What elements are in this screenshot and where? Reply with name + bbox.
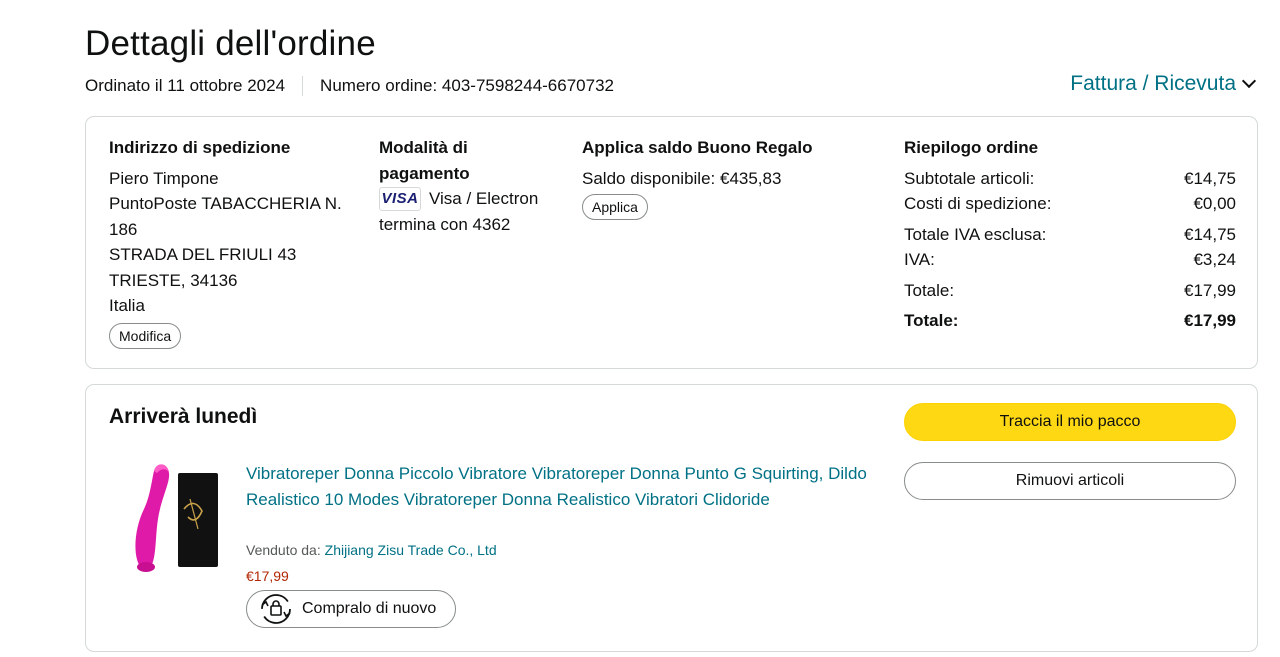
order-number: Numero ordine: 403-7598244-6670732 <box>320 76 614 95</box>
apply-gift-card-button[interactable]: Applica <box>582 194 648 220</box>
buy-again-label[interactable]: Compralo di nuovo <box>302 600 436 618</box>
address-line: 186 <box>109 219 138 239</box>
product-title-link[interactable]: Vibratoreper Donna Piccolo Vibratore Vib… <box>246 461 876 512</box>
address-line: TRIESTE, 34136 <box>109 270 238 290</box>
order-meta: Ordinato il 11 ottobre 2024 Numero ordin… <box>85 76 614 96</box>
invoice-link-label[interactable]: Fattura / Ricevuta <box>1070 72 1236 96</box>
chevron-down-icon[interactable] <box>1241 73 1257 89</box>
order-info-card: Indirizzo di spedizione Piero Timpone Pu… <box>85 116 1258 369</box>
remove-items-button[interactable]: Rimuovi articoli <box>904 462 1236 500</box>
card-type: Visa / Electron <box>429 189 539 208</box>
summary-value: €17,99 <box>1184 280 1236 300</box>
visa-logo-icon: VISA <box>379 186 421 211</box>
seller-link[interactable]: Zhijiang Zisu Trade Co., Ltd <box>325 542 497 558</box>
summary-row: Costi di spedizione: €0,00 <box>904 191 1236 217</box>
delivery-heading: Arriverà lunedì <box>109 405 258 428</box>
product-photo-icon <box>135 464 218 572</box>
summary-value: €14,75 <box>1184 168 1236 188</box>
invoice-dropdown[interactable]: Fattura / Ricevuta <box>1070 72 1257 96</box>
buy-again-button[interactable]: Compralo di nuovo <box>246 590 456 628</box>
product-price: €17,99 <box>246 568 289 584</box>
shipping-address: Piero Timpone PuntoPoste TABACCHERIA N. … <box>109 166 359 319</box>
summary-label: IVA: <box>904 250 935 269</box>
summary-grand-total-row: Totale: €17,99 <box>904 308 1236 334</box>
gift-card-section: Applica saldo Buono Regalo Saldo disponi… <box>582 135 852 220</box>
gift-card-heading: Applica saldo Buono Regalo <box>582 138 813 157</box>
summary-label: Totale: <box>904 280 955 300</box>
summary-value: €14,75 <box>1184 224 1236 244</box>
summary-value: €3,24 <box>1193 250 1236 269</box>
summary-label: Costi di spedizione: <box>904 194 1052 213</box>
divider <box>302 76 304 96</box>
edit-address-button[interactable]: Modifica <box>109 322 182 349</box>
payment-heading-line: Modalità di <box>379 138 468 157</box>
card-ending: termina con 4362 <box>379 214 511 234</box>
summary-label: Totale: <box>904 311 959 330</box>
summary-heading: Riepilogo ordine <box>904 138 1039 157</box>
address-line: Piero Timpone <box>109 168 219 188</box>
summary-label: Subtotale articoli: <box>904 168 1035 188</box>
order-date: Ordinato il 11 ottobre 2024 <box>85 76 286 95</box>
summary-value: €0,00 <box>1193 194 1236 213</box>
order-summary-section: Riepilogo ordine Subtotale articoli: €14… <box>904 135 1236 334</box>
buy-again-icon <box>261 594 291 624</box>
delivery-card: Arriverà lunedì Traccia il mio pacco Rim… <box>85 384 1258 652</box>
summary-value: €17,99 <box>1184 311 1236 330</box>
payment-heading: Modalità di pagamento <box>379 135 569 186</box>
track-package-button[interactable]: Traccia il mio pacco <box>904 403 1236 441</box>
shipping-heading: Indirizzo di spedizione <box>109 138 291 157</box>
payment-heading-line: pagamento <box>379 163 470 183</box>
summary-row: IVA: €3,24 <box>904 247 1236 273</box>
sold-by-label: Venduto da: <box>246 542 325 558</box>
page-title: Dettagli dell'ordine <box>85 24 376 63</box>
payment-section: Modalità di pagamento VISA Visa / Electr… <box>379 135 569 237</box>
address-line: Italia <box>109 296 145 315</box>
summary-row: Subtotale articoli: €14,75 <box>904 166 1236 192</box>
shipping-address-section: Indirizzo di spedizione Piero Timpone Pu… <box>109 135 359 349</box>
sold-by: Venduto da: Zhijiang Zisu Trade Co., Ltd <box>246 542 497 558</box>
product-image[interactable] <box>124 459 224 579</box>
payment-method: VISA Visa / Electron <box>379 186 569 212</box>
summary-row: Totale: €17,99 <box>904 278 1236 304</box>
address-line: PuntoPoste TABACCHERIA N. <box>109 194 342 213</box>
gift-card-balance: Saldo disponibile: €435,83 <box>582 168 782 188</box>
summary-label: Totale IVA esclusa: <box>904 224 1047 244</box>
summary-row: Totale IVA esclusa: €14,75 <box>904 222 1236 248</box>
address-line: STRADA DEL FRIULI 43 <box>109 245 297 264</box>
